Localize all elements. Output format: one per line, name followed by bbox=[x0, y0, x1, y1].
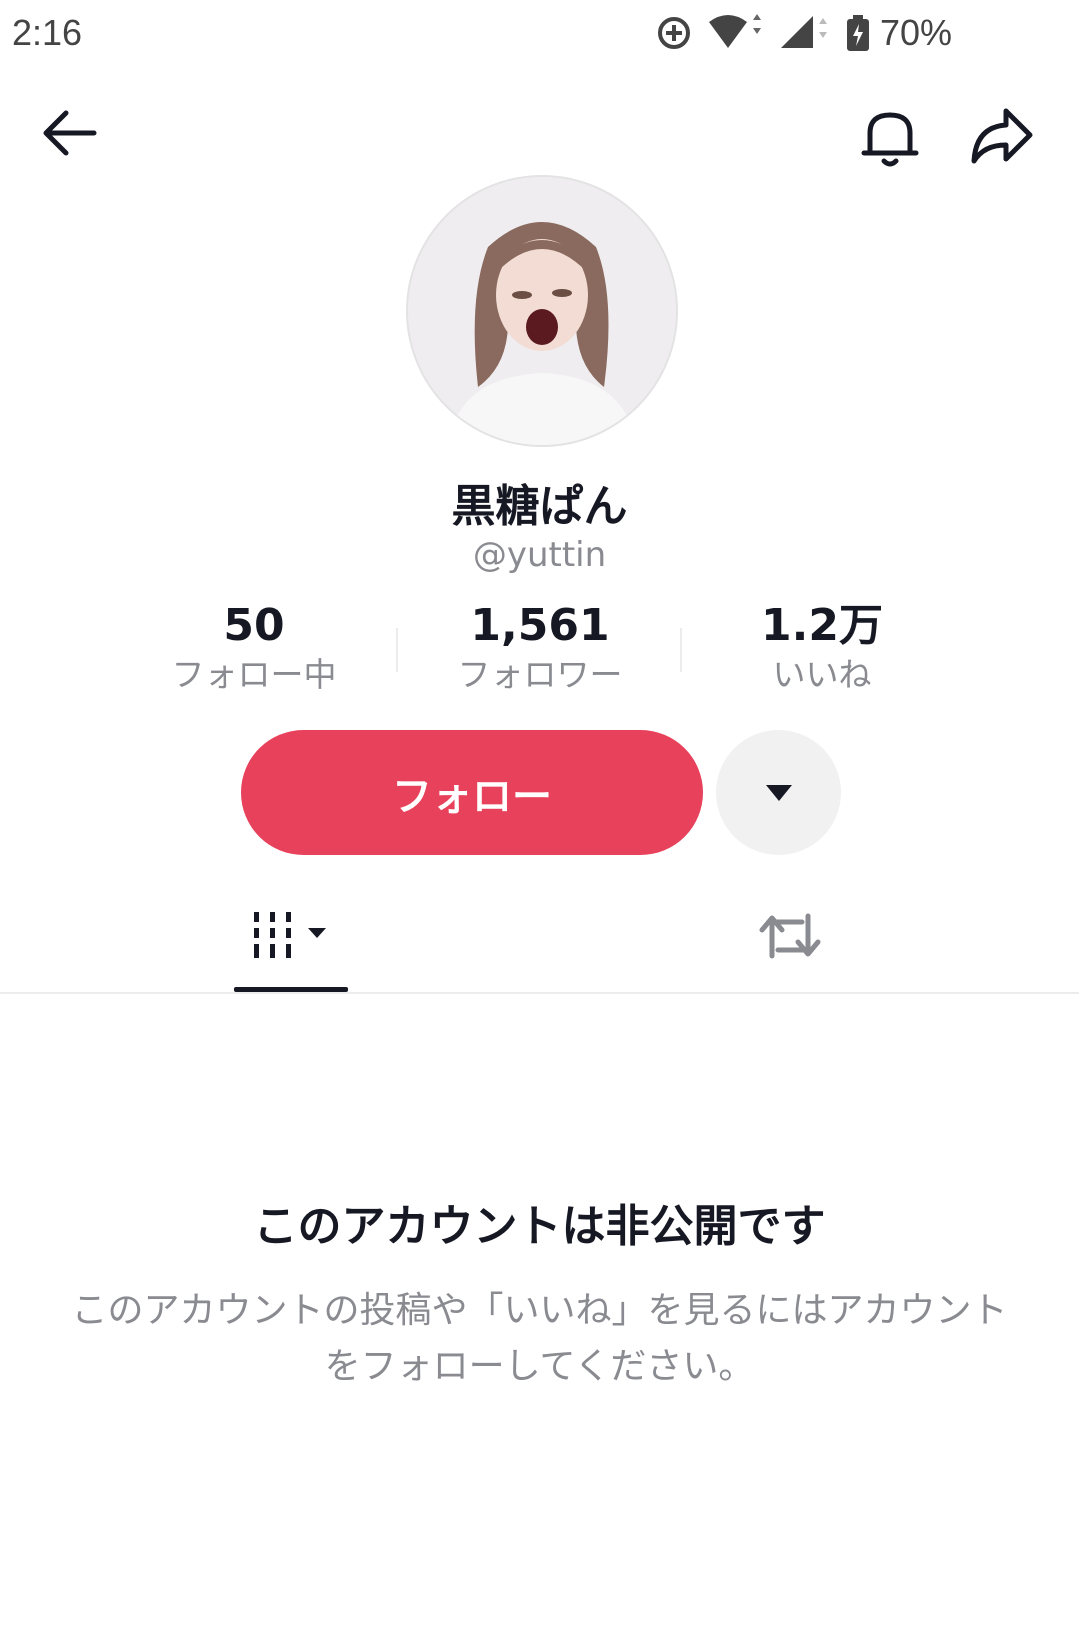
followers-label: フォロワー bbox=[457, 655, 623, 694]
caret-down-icon bbox=[765, 784, 792, 801]
likes-label: いいね bbox=[772, 655, 872, 694]
avatar[interactable] bbox=[406, 175, 678, 447]
follow-button[interactable]: フォロー bbox=[241, 730, 703, 855]
display-name: 黒糖ぱん bbox=[451, 481, 628, 532]
tab-reposts[interactable] bbox=[720, 880, 860, 992]
notification-bell-button[interactable] bbox=[860, 105, 920, 169]
back-button[interactable] bbox=[36, 105, 102, 161]
bell-icon bbox=[861, 112, 919, 167]
repost-icon bbox=[759, 913, 821, 959]
status-icons bbox=[655, 14, 871, 52]
private-account-description: このアカウントの投稿や「いいね」を見るにはアカウントをフォローしてください。 bbox=[71, 1290, 1008, 1387]
stat-following[interactable]: 50 フォロー中 bbox=[124, 600, 384, 698]
signal-icon bbox=[781, 16, 827, 48]
suggested-accounts-button[interactable] bbox=[716, 730, 841, 855]
stat-divider bbox=[680, 628, 682, 672]
status-time: 2:16 bbox=[12, 12, 83, 53]
share-arrow-icon bbox=[971, 108, 1033, 164]
stat-likes: 1.2万 いいね bbox=[692, 600, 952, 698]
tab-videos[interactable] bbox=[220, 880, 360, 992]
arrow-left-icon bbox=[43, 110, 97, 156]
share-button[interactable] bbox=[968, 105, 1036, 167]
data-saver-icon bbox=[658, 17, 690, 49]
battery-charging-icon bbox=[847, 15, 869, 51]
private-account-title: このアカウントは非公開です bbox=[253, 1201, 826, 1252]
battery-percentage: 70% bbox=[880, 12, 953, 53]
username: @yuttin bbox=[472, 535, 607, 575]
followers-count: 1,561 bbox=[470, 600, 610, 651]
following-count: 50 bbox=[223, 600, 285, 651]
stat-followers[interactable]: 1,561 フォロワー bbox=[410, 600, 670, 698]
stat-divider bbox=[396, 628, 398, 672]
status-bar: 2:16 70% bbox=[0, 0, 1079, 72]
wifi-icon bbox=[709, 14, 761, 48]
tabs-divider bbox=[0, 992, 1079, 994]
avatar-photo bbox=[408, 177, 676, 445]
videos-grid-icon bbox=[254, 912, 326, 958]
likes-count: 1.2万 bbox=[761, 600, 883, 651]
following-label: フォロー中 bbox=[171, 655, 337, 694]
